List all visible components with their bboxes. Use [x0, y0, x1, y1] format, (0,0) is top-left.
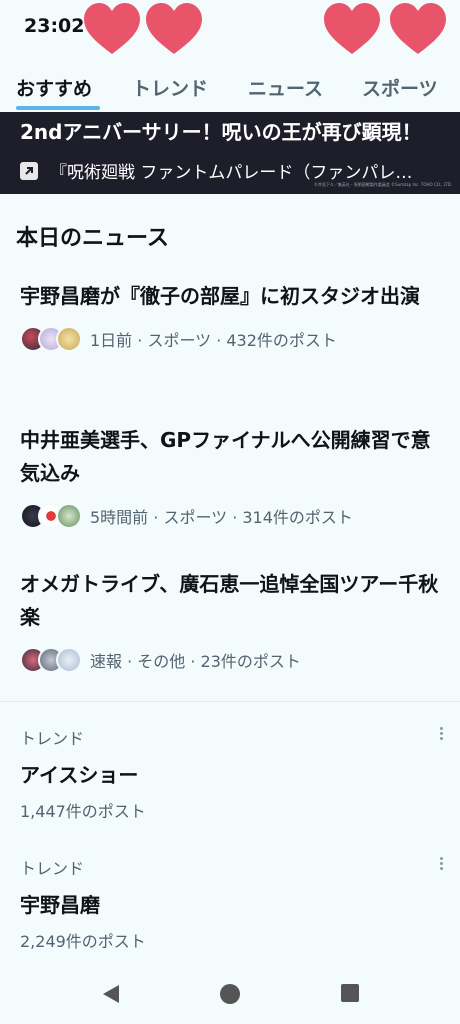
more-vertical-icon[interactable] — [438, 725, 444, 745]
tab-sports[interactable]: スポーツ — [362, 74, 438, 101]
news-meta: 5時間前 · スポーツ · 314件のポスト — [90, 508, 353, 527]
divider — [0, 701, 460, 702]
news-headline: 中井亜美選手、GPファイナルへ公開練習で意気込み — [20, 428, 431, 485]
system-nav-bar — [0, 964, 460, 1024]
avatar — [56, 503, 82, 529]
nav-home-icon[interactable] — [220, 984, 240, 1008]
status-bar: 23:02 — [0, 0, 460, 58]
status-time: 23:02 — [24, 15, 85, 37]
trend-post-count: 1,447件のポスト — [20, 802, 146, 821]
heart-icon — [388, 0, 448, 60]
banner-title: 2ndアニバーサリー！呪いの王が再び顕現！ — [20, 120, 422, 144]
news-meta: 1日前 · スポーツ · 432件のポスト — [90, 331, 337, 350]
news-meta: 速報 · その他 · 23件のポスト — [90, 652, 301, 671]
avatar-group — [20, 503, 82, 529]
avatar-group — [20, 647, 82, 673]
avatar — [56, 326, 82, 352]
trend-item[interactable]: トレンド アイスショー 1,447件のポスト — [20, 725, 443, 822]
news-headline: オメガトライブ、廣石恵一追悼全国ツアー千秋楽 — [20, 572, 439, 629]
nav-back-icon[interactable] — [101, 984, 121, 1008]
trend-name: アイスショー — [20, 763, 139, 787]
heart-icon — [144, 0, 204, 60]
trend-label: トレンド — [20, 859, 85, 878]
tab-for-you[interactable]: おすすめ — [16, 74, 92, 101]
banner-link-text: 『呪術廻戦 ファントムパレード（ファンパレ… — [50, 163, 413, 183]
news-item[interactable]: オメガトライブ、廣石恵一追悼全国ツアー千秋楽 速報 · その他 · 23件のポス… — [20, 568, 440, 674]
banner-link[interactable]: 『呪術廻戦 ファントムパレード（ファンパレ… — [20, 158, 412, 183]
heart-icon — [322, 0, 382, 60]
tab-trending[interactable]: トレンド — [132, 74, 208, 101]
news-item[interactable]: 宇野昌磨が『徹子の部屋』に初スタジオ出演 1日前 · スポーツ · 432件のポ… — [20, 280, 440, 353]
trend-label: トレンド — [20, 729, 85, 748]
heart-icon — [82, 0, 142, 60]
section-title: 本日のニュース — [16, 226, 169, 251]
trend-item[interactable]: トレンド 宇野昌磨 2,249件のポスト — [20, 855, 443, 952]
tab-news[interactable]: ニュース — [248, 74, 323, 101]
nav-recents-icon[interactable] — [341, 984, 359, 1006]
tab-bar: おすすめ トレンド ニュース スポーツ — [0, 62, 460, 112]
trend-name: 宇野昌磨 — [20, 893, 100, 917]
promo-banner[interactable]: 2ndアニバーサリー！呪いの王が再び顕現！ 『呪術廻戦 ファントムパレード（ファ… — [0, 112, 460, 194]
news-item[interactable]: 中井亜美選手、GPファイナルへ公開練習で意気込み 5時間前 · スポーツ · 3… — [20, 424, 440, 530]
avatar-group — [20, 326, 82, 352]
external-link-icon — [20, 161, 38, 180]
news-headline: 宇野昌磨が『徹子の部屋』に初スタジオ出演 — [20, 284, 420, 308]
banner-copyright: ©芥見下々／集英社・呪術廻戦製作委員会 ©Sumzap Inc. TOHO CO… — [313, 182, 452, 187]
trend-post-count: 2,249件のポスト — [20, 932, 146, 951]
more-vertical-icon[interactable] — [438, 855, 444, 875]
active-tab-indicator — [16, 106, 100, 110]
avatar — [56, 647, 82, 673]
